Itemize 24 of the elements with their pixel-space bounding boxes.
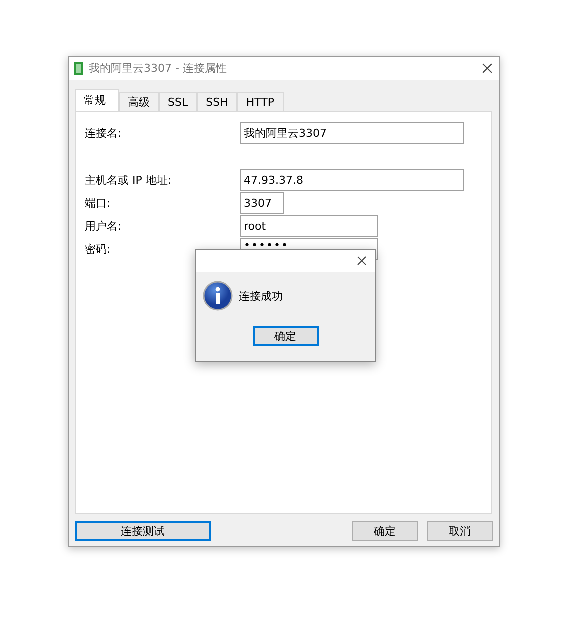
window-title: 我的阿里云3307 - 连接属性 — [89, 61, 228, 76]
cancel-button[interactable]: 取消 — [427, 521, 493, 541]
tab[interactable]: SSH — [197, 92, 238, 111]
info-icon — [203, 281, 233, 311]
tab[interactable]: SSL — [159, 92, 198, 111]
input-field[interactable]: 47.93.37.8 — [240, 169, 464, 191]
input-field[interactable]: 我的阿里云3307 — [240, 122, 464, 144]
database-icon — [74, 62, 83, 75]
input-field[interactable]: 3307 — [240, 192, 284, 214]
ok-button[interactable]: 确定 — [252, 326, 318, 346]
field-label: 连接名: — [85, 126, 123, 140]
message-text: 连接成功 — [239, 288, 283, 304]
tab[interactable]: 高级 — [119, 92, 159, 111]
close-icon[interactable] — [482, 63, 493, 74]
tab[interactable]: 常规 — [75, 89, 119, 111]
field-label: 用户名: — [85, 218, 123, 234]
input-field[interactable]: root — [240, 215, 378, 237]
field-label: 主机名或 IP 地址: — [85, 172, 173, 188]
close-icon[interactable] — [357, 256, 367, 266]
test-connection-button[interactable]: 连接测试 — [75, 521, 211, 541]
tab[interactable]: HTTP — [237, 92, 284, 111]
field-label: 密码: — [85, 242, 112, 256]
ok-button[interactable]: 确定 — [352, 521, 418, 541]
field-label: 端口: — [85, 196, 112, 210]
